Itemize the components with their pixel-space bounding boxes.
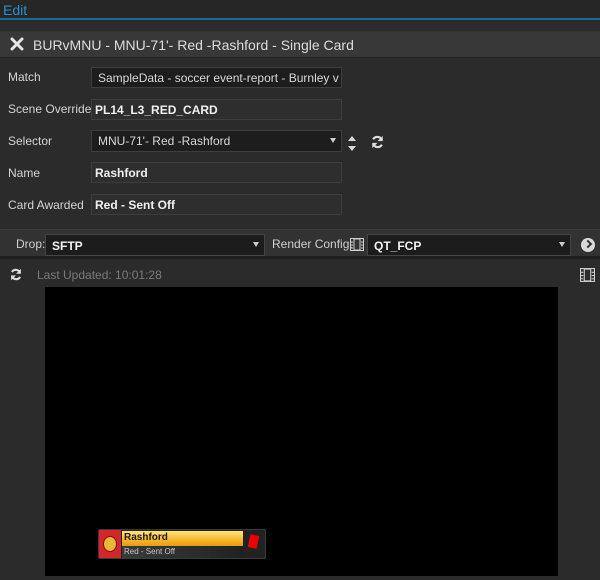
card-awarded-input[interactable]: Red - Sent Off — [91, 194, 342, 215]
lower-third-graphic: Rashford Red - Sent Off — [98, 529, 266, 559]
selector-label: Selector — [8, 134, 53, 148]
lower-third-player-name: Rashford — [122, 531, 243, 546]
scene-override-label: Scene Override — [8, 102, 92, 116]
refresh-icon[interactable] — [370, 135, 385, 149]
name-input[interactable]: Rashford — [91, 162, 342, 183]
card-awarded-label: Card Awarded — [8, 198, 84, 212]
red-card-icon — [247, 534, 260, 549]
last-updated-text: Last Updated: 10:01:28 — [37, 268, 162, 282]
refresh-icon[interactable] — [9, 268, 23, 281]
render-config-value: QT_FCP — [374, 239, 422, 253]
title-bar: BURvMNU - MNU-71'- Red -Rashford - Singl… — [0, 31, 600, 58]
video-preview[interactable]: Rashford Red - Sent Off — [45, 287, 558, 576]
selector-value: MNU-71'- Red -Rashford — [98, 134, 231, 148]
selector-select[interactable]: MNU-71'- Red -Rashford — [91, 130, 342, 152]
properties-form: Match SampleData - soccer event-report -… — [0, 58, 600, 228]
match-field[interactable]: SampleData - soccer event-report - Burnl… — [91, 67, 342, 88]
render-config-label: Render Config: — [272, 237, 353, 251]
drop-value: SFTP — [52, 239, 83, 253]
drop-select[interactable]: SFTP — [45, 234, 265, 256]
top-bar: Edit — [0, 0, 600, 20]
chevron-down-icon — [253, 242, 259, 247]
page-title: BURvMNU - MNU-71'- Red -Rashford - Singl… — [33, 37, 354, 53]
output-toolbar: Drop: SFTP Render Config: QT_FCP — [0, 229, 600, 259]
film-icon — [350, 238, 364, 251]
match-label: Match — [8, 70, 41, 84]
sort-up-down-icon[interactable] — [347, 135, 357, 152]
preview-panel: Last Updated: 10:01:28 Rashford Red - Se… — [0, 262, 600, 580]
team-crest-icon — [99, 530, 121, 558]
edit-link[interactable]: Edit — [3, 2, 27, 18]
go-arrow-button[interactable] — [581, 238, 595, 252]
lower-third-card-text: Red - Sent Off — [122, 546, 243, 558]
drop-label: Drop: — [16, 237, 46, 251]
chevron-down-icon — [330, 138, 336, 143]
name-label: Name — [8, 166, 41, 180]
render-config-select[interactable]: QT_FCP — [367, 234, 571, 256]
scene-override-input[interactable]: PL14_L3_RED_CARD — [91, 99, 342, 120]
close-icon[interactable] — [10, 37, 24, 51]
chevron-down-icon — [559, 242, 565, 247]
film-icon[interactable] — [580, 268, 595, 282]
